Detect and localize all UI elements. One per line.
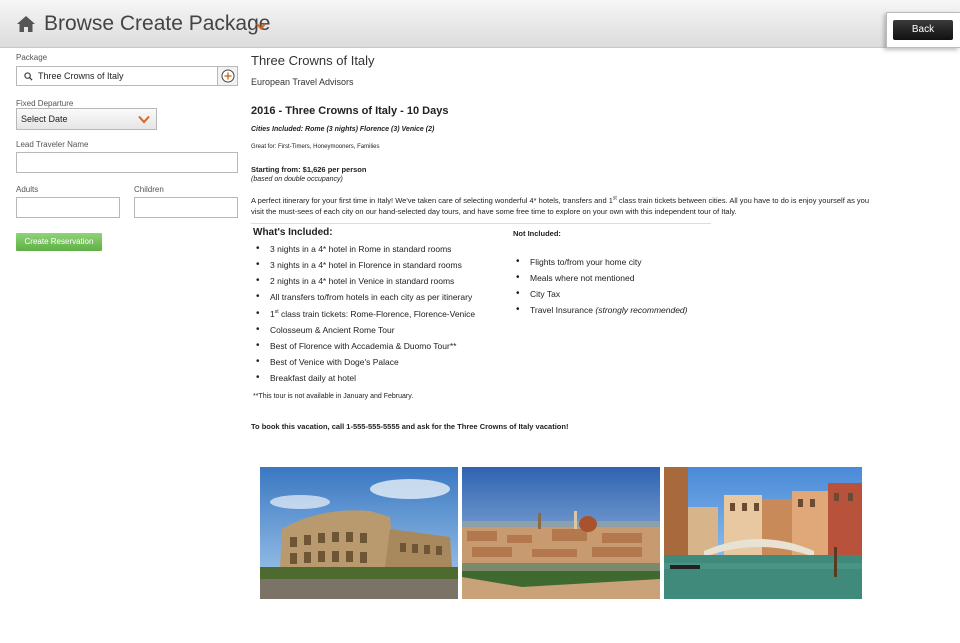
florence-photo [462,467,660,599]
list-item: 3 nights in a 4* hotel in Florence in st… [254,259,462,270]
chevron-down-icon[interactable] [256,23,266,30]
list-item: 3 nights in a 4* hotel in Rome in standa… [254,243,451,254]
page-title[interactable]: Browse Create Package [44,12,270,36]
venice-photo [664,467,862,599]
cities-included: Cities Included: Rome (3 nights) Florenc… [251,126,435,133]
not-included-heading: Not Included: [513,229,561,238]
list-item: Meals where not mentioned [514,272,634,283]
top-bar: Browse Create Package Back [0,0,960,48]
back-button-container: Back [886,12,960,48]
children-label: Children [134,185,164,194]
departure-label: Fixed Departure [16,99,74,108]
list-item-text: Travel Insurance [530,305,593,315]
list-item: City Tax [514,288,560,299]
list-item: Best of Florence with Accademia & Duomo … [254,340,456,351]
add-package-button[interactable] [217,67,237,85]
occupancy-note: (based on double occupancy) [251,176,343,183]
create-reservation-button[interactable]: Create Reservation [16,233,102,251]
children-input[interactable] [134,197,238,218]
list-item-text: class train tickets: Rome-Florence, Flor… [281,309,476,319]
adults-input[interactable] [16,197,120,218]
list-item: 1st class train tickets: Rome-Florence, … [254,308,476,319]
list-item: Breakfast daily at hotel [254,372,356,383]
footnote: **This tour is not available in January … [253,393,414,400]
package-label: Package [16,53,48,62]
plus-circle-icon [221,69,235,83]
list-item: 2 nights in a 4* hotel in Venice in stan… [254,275,454,286]
tour-description: A perfect itinerary for your first time … [251,195,876,217]
package-search-field[interactable]: Three Crowns of Italy [16,66,238,86]
list-item-note: (strongly recommended) [595,305,688,315]
home-icon[interactable] [16,14,36,34]
lead-traveler-label: Lead Traveler Name [16,140,89,149]
lead-traveler-input[interactable] [16,152,238,173]
great-for: Great for: First-Timers, Honeymooners, F… [251,144,380,150]
list-item-superscript: st [274,309,279,316]
list-item: Best of Venice with Doge's Palace [254,356,399,367]
package-input-value[interactable]: Three Crowns of Italy [38,71,124,81]
departure-select-value: Select Date [21,114,68,124]
list-item: Colosseum & Ancient Rome Tour [254,324,395,335]
list-item: All transfers to/from hotels in each cit… [254,291,472,302]
booking-instructions: To book this vacation, call 1-555-555-55… [251,422,569,431]
list-item: Travel Insurance (strongly recommended) [514,304,688,315]
rome-colosseum-photo [260,467,458,599]
chevron-down-icon [138,115,150,124]
included-heading: What's Included: [253,227,333,238]
back-button[interactable]: Back [893,20,953,40]
starting-price: Starting from: $1,626 per person [251,165,367,174]
divider [251,223,711,224]
agency-name: European Travel Advisors [251,77,354,87]
search-icon [24,72,33,81]
package-title: Three Crowns of Italy [251,53,375,68]
list-item: Flights to/from your home city [514,256,641,267]
trip-title: 2016 - Three Crowns of Italy - 10 Days [251,105,449,117]
description-text: A perfect itinerary for your first time … [251,196,613,205]
departure-select[interactable]: Select Date [16,108,157,130]
adults-label: Adults [16,185,39,194]
